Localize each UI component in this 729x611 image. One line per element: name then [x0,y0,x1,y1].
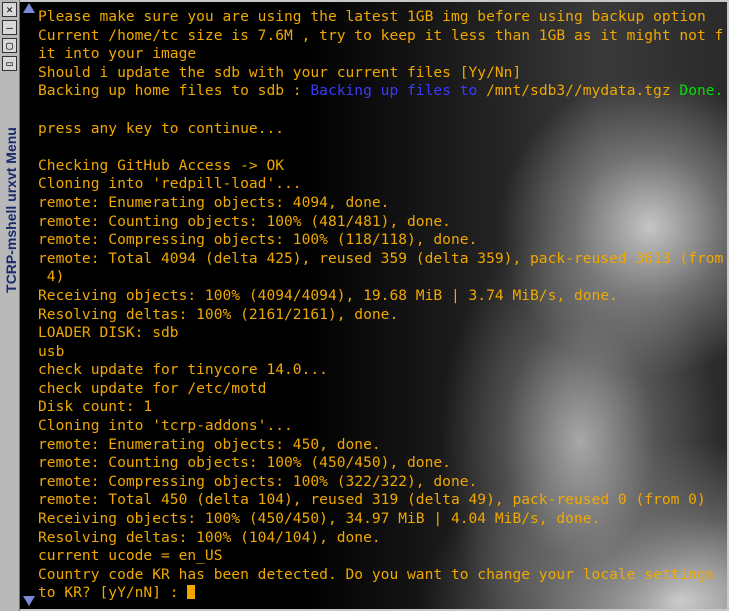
terminal-line: current ucode = en_US [38,547,223,565]
terminal-line: remote: Counting objects: 100% (481/481)… [38,212,451,230]
terminal-line: remote: Compressing objects: 100% (322/3… [38,472,478,490]
scroll-down-arrow-icon[interactable] [23,596,35,606]
terminal-line: Checking GitHub Access -> OK [38,156,285,174]
terminal-line: Disk count: 1 [38,398,153,416]
backup-status-line: Backing up home files to sdb : Backing u… [38,82,723,101]
text-cursor[interactable] [187,585,196,600]
terminal-line: 4) [38,268,65,286]
terminal-line: Resolving deltas: 100% (2161/2161), done… [38,305,399,323]
terminal-line: remote: Compressing objects: 100% (118/1… [38,231,478,249]
backup-progress-text: Backing up files to [310,82,487,100]
terminal-line: check update for tinycore 14.0... [38,361,328,379]
terminal-line: remote: Counting objects: 100% (450/450)… [38,454,451,472]
terminal-line: Receiving objects: 100% (450/450), 34.97… [38,510,601,528]
terminal-line: Cloning into 'tcrp-addons'... [38,417,293,435]
terminal-line: Country code KR has been detected. Do yo… [38,565,715,583]
terminal-line: usb [38,342,65,360]
terminal-line: Should i update the sdb with your curren… [38,63,522,81]
terminal-line: Current /home/tc size is 7.6M , try to k… [38,26,724,44]
terminal-line: Please make sure you are using the lates… [38,8,706,25]
prompt-line[interactable]: to KR? [yY/nN] : [38,584,723,603]
window-title-text: TCRP-mshell urxvt [3,167,19,293]
window-title: TCRP-mshell urxvt Menu [3,127,19,293]
terminal-line: Resolving deltas: 100% (104/104), done. [38,528,381,546]
terminal-line: it into your image [38,45,197,63]
terminal-line: remote: Enumerating objects: 4094, done. [38,193,390,211]
window-titlebar[interactable]: ✕ – ▢ ▭ TCRP-mshell urxvt Menu [0,0,20,611]
window-menu-label[interactable]: Menu [3,127,19,164]
prompt-text: to KR? [yY/nN] : [38,584,188,602]
scroll-up-arrow-icon[interactable] [23,3,35,13]
backup-path: /mnt/sdb3//mydata.tgz [486,82,671,100]
terminal-line: check update for /etc/motd [38,379,267,397]
terminal-line: remote: Total 450 (delta 104), reused 31… [38,491,706,509]
terminal-line: Receiving objects: 100% (4094/4094), 19.… [38,286,618,304]
terminal-line: press any key to continue... [38,119,285,137]
terminal-window[interactable]: Please make sure you are using the lates… [20,0,729,611]
shade-icon[interactable]: ▭ [2,56,17,71]
terminal-line: Cloning into 'redpill-load'... [38,175,302,193]
terminal-line: remote: Enumerating objects: 450, done. [38,435,381,453]
terminal-output: Please make sure you are using the lates… [38,8,723,603]
terminal-line: remote: Total 4094 (delta 425), reused 3… [38,249,724,267]
maximize-icon[interactable]: ▢ [2,38,17,53]
backup-done-status: Done. [670,82,724,100]
terminal-line: LOADER DISK: sdb [38,324,179,342]
close-icon[interactable]: ✕ [2,2,17,17]
backup-prefix: Backing up home files to sdb : [38,82,311,100]
minimize-icon[interactable]: – [2,20,17,35]
